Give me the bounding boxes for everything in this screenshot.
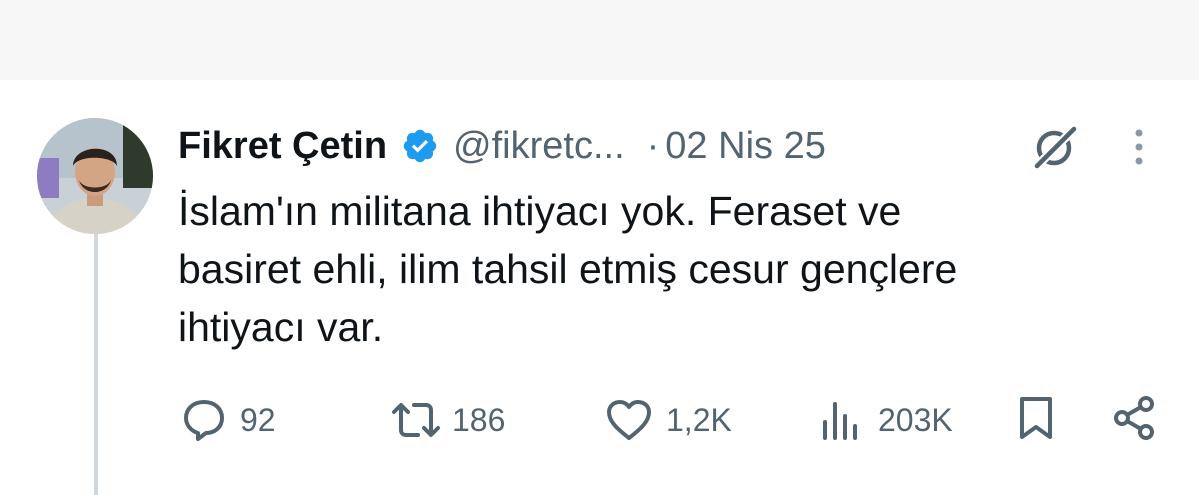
views-count: 203K bbox=[878, 401, 953, 438]
tweet-text: İslam'ın militana ihtiyacı yok. Feraset … bbox=[178, 182, 1158, 356]
like-count: 1,2K bbox=[666, 401, 732, 438]
repost-count: 186 bbox=[452, 401, 506, 438]
avatar[interactable] bbox=[37, 118, 153, 234]
reply-icon bbox=[180, 396, 228, 444]
tweet-text-line: İslam'ın militana ihtiyacı yok. Feraset … bbox=[178, 188, 902, 234]
reply-count: 92 bbox=[240, 401, 276, 438]
like-button[interactable]: 1,2K bbox=[604, 392, 732, 448]
share-icon bbox=[1110, 394, 1158, 447]
reply-button[interactable]: 92 bbox=[180, 392, 276, 448]
repost-icon bbox=[388, 396, 444, 444]
top-background-strip bbox=[0, 0, 1199, 80]
tweet-actions-bar: 92 186 1,2K 203K bbox=[0, 392, 1199, 448]
tweet-text-line: basiret ehli, ilim tahsil etmiş cesur ge… bbox=[178, 246, 958, 292]
views-icon bbox=[818, 396, 864, 444]
share-button[interactable] bbox=[1110, 392, 1158, 448]
user-handle[interactable]: @fikretc... bbox=[453, 125, 625, 168]
verified-badge-icon[interactable] bbox=[401, 127, 439, 165]
tweet-text-line: ihtiyacı var. bbox=[178, 304, 384, 350]
bookmark-icon bbox=[1014, 394, 1058, 447]
like-icon bbox=[604, 396, 654, 444]
header-separator: · bbox=[646, 124, 660, 167]
tweet-header: Fikret Çetin @fikretc... · 02 Nis 25 bbox=[178, 120, 826, 172]
repost-button[interactable]: 186 bbox=[388, 392, 505, 448]
bookmark-button[interactable] bbox=[1014, 392, 1058, 448]
display-name[interactable]: Fikret Çetin bbox=[178, 125, 387, 168]
views-button[interactable]: 203K bbox=[818, 392, 953, 448]
avatar-image bbox=[37, 118, 153, 234]
grok-icon[interactable] bbox=[1030, 124, 1080, 170]
tweet-date[interactable]: 02 Nis 25 bbox=[665, 125, 826, 168]
more-options-icon[interactable] bbox=[1124, 124, 1154, 170]
